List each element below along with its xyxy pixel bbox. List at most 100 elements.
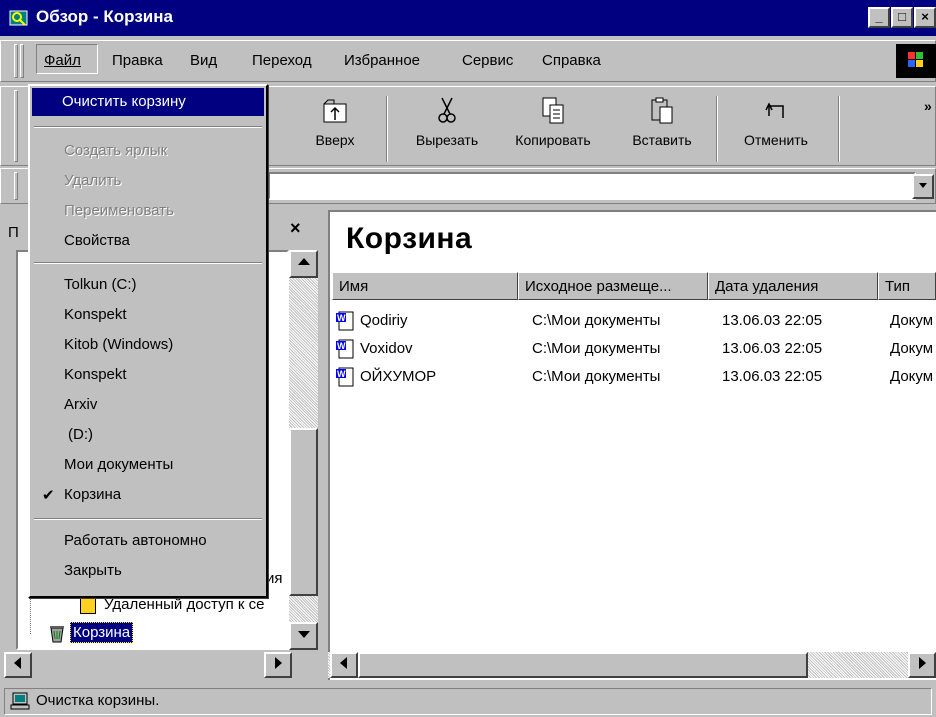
tree-item-partial[interactable]: ия <box>266 570 283 587</box>
column-header-name[interactable]: Имя <box>332 272 518 300</box>
menu-item-place[interactable]: Konspekt <box>64 366 127 383</box>
cut-button[interactable]: Вырезать <box>404 96 490 148</box>
menu-item-place[interactable]: Arxiv <box>64 396 97 413</box>
paste-button[interactable]: Вставить <box>620 96 704 148</box>
menu-item-place[interactable]: Tolkun (C:) <box>64 276 137 293</box>
content-scroll-right-button[interactable] <box>908 652 936 678</box>
menu-item-place[interactable]: Konspekt <box>64 306 127 323</box>
close-button[interactable]: × <box>914 7 936 28</box>
file-type: Докум <box>890 368 934 385</box>
explorer-bar-close-button[interactable]: × <box>290 218 301 239</box>
menu-tools[interactable]: Сервис <box>462 52 513 69</box>
toolbar-separator <box>386 96 388 162</box>
status-text: Очистка корзины. <box>36 692 160 709</box>
menu-view[interactable]: Вид <box>190 52 217 69</box>
arrow-left-icon <box>340 657 347 669</box>
up-folder-icon <box>323 99 347 123</box>
addressbar-grip[interactable] <box>14 172 18 200</box>
paste-label: Вставить <box>632 132 692 148</box>
menu-item-rename[interactable]: Переименовать <box>64 202 174 219</box>
menu-separator <box>34 126 262 128</box>
menubar-grip[interactable] <box>14 44 18 78</box>
menu-file-label: Файл <box>44 52 81 69</box>
copy-button[interactable]: Копировать <box>502 96 604 148</box>
menu-item-empty-bin[interactable]: Очистить корзину <box>62 93 186 110</box>
content-scroll-thumb[interactable] <box>358 652 808 678</box>
tree-item-recycle-bin[interactable]: Корзина <box>70 622 134 643</box>
table-row[interactable]: W Voxidov C:\Мои документы 13.06.03 22:0… <box>332 338 936 364</box>
menu-help[interactable]: Справка <box>542 52 601 69</box>
file-location: C:\Мои документы <box>532 312 661 329</box>
menu-file[interactable]: Файл <box>36 44 98 74</box>
arrow-left-icon <box>14 657 21 669</box>
file-date: 13.06.03 22:05 <box>722 340 823 357</box>
doc-icon: W <box>336 311 354 331</box>
menu-item-create-shortcut[interactable]: Создать ярлык <box>64 142 167 159</box>
explorer-icon <box>9 10 28 26</box>
file-date: 13.06.03 22:05 <box>722 312 823 329</box>
chevron-down-icon <box>919 183 927 188</box>
tree-scroll-down-button[interactable] <box>289 622 318 650</box>
file-location: C:\Мои документы <box>532 368 661 385</box>
menubar-grip-2 <box>20 44 24 78</box>
maximize-button[interactable]: □ <box>891 7 913 28</box>
tree-scroll-up-button[interactable] <box>289 250 318 278</box>
toolbar-separator-3 <box>838 96 840 162</box>
windows-logo-icon <box>896 44 936 78</box>
arrow-right-icon <box>275 657 282 669</box>
address-field[interactable] <box>268 172 916 200</box>
file-name: ОЙХУМОР <box>360 368 437 385</box>
up-button[interactable]: Вверх <box>302 96 368 148</box>
address-dropdown-button[interactable] <box>912 174 934 199</box>
toolbar-separator-2 <box>716 96 718 162</box>
svg-text:W: W <box>337 341 346 351</box>
explorer-bar-title: П <box>8 224 19 241</box>
tree-item-remote-access[interactable]: Удаленный доступ к се <box>104 596 290 613</box>
column-header-type[interactable]: Тип <box>878 272 936 300</box>
svg-text:W: W <box>337 313 346 323</box>
title-bar[interactable]: Обзор - Корзина _ □ × <box>0 0 936 36</box>
tree-scroll-right-button[interactable] <box>264 652 292 678</box>
file-name: Voxidov <box>360 340 413 357</box>
menu-item-work-offline[interactable]: Работать автономно <box>64 532 207 549</box>
arrow-right-icon <box>919 657 926 669</box>
copy-icon <box>542 97 564 124</box>
menu-item-place[interactable]: (D:) <box>68 426 93 443</box>
arrow-up-icon <box>297 258 310 265</box>
menu-edit[interactable]: Правка <box>112 52 163 69</box>
up-label: Вверх <box>315 132 355 148</box>
table-row[interactable]: W ОЙХУМОР C:\Мои документы 13.06.03 22:0… <box>332 366 936 392</box>
menu-item-properties[interactable]: Свойства <box>64 232 130 249</box>
menu-favorites[interactable]: Избранное <box>344 52 420 69</box>
column-header-location[interactable]: Исходное размеще... <box>518 272 708 300</box>
tree-scroll-thumb[interactable] <box>289 428 318 596</box>
scissors-icon <box>438 97 456 123</box>
menu-separator <box>34 262 262 264</box>
recycle-bin-icon <box>50 626 64 643</box>
remote-access-icon <box>80 598 96 614</box>
toolbar-more-button[interactable]: » <box>924 98 932 114</box>
menu-item-delete[interactable]: Удалить <box>64 172 121 189</box>
menu-go[interactable]: Переход <box>252 52 312 69</box>
toolbar-grip[interactable] <box>14 90 18 162</box>
cut-label: Вырезать <box>415 132 479 148</box>
menu-item-place[interactable]: Мои документы <box>64 456 173 473</box>
content-scroll-left-button[interactable] <box>330 652 358 678</box>
undo-label: Отменить <box>744 132 808 148</box>
column-header-date[interactable]: Дата удаления <box>708 272 878 300</box>
file-location: C:\Мои документы <box>532 340 661 357</box>
menu-separator <box>34 518 262 520</box>
minimize-button[interactable]: _ <box>868 7 890 28</box>
undo-button[interactable]: Отменить <box>730 96 822 148</box>
menu-item-current-place[interactable]: Корзина <box>64 486 121 503</box>
folder-title: Корзина <box>346 222 473 255</box>
menu-item-place[interactable]: Kitob (Windows) <box>64 336 173 353</box>
menu-item-close[interactable]: Закрыть <box>64 562 122 579</box>
file-type: Докум <box>890 312 934 329</box>
file-name: Qodiriy <box>360 312 408 329</box>
svg-text:W: W <box>337 369 346 379</box>
table-row[interactable]: W Qodiriy C:\Мои документы 13.06.03 22:0… <box>332 310 936 336</box>
copy-label: Копировать <box>515 132 591 148</box>
file-type: Докум <box>890 340 934 357</box>
tree-scroll-left-button[interactable] <box>4 652 32 678</box>
